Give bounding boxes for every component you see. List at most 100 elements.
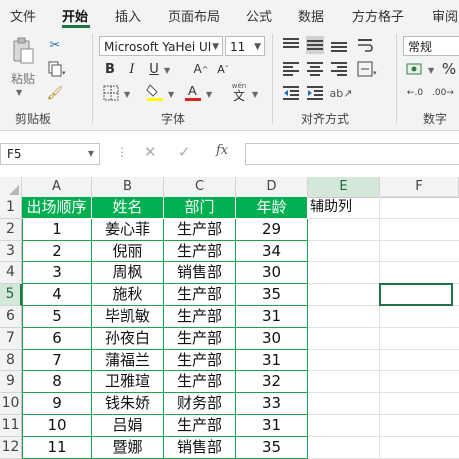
formula-input[interactable] xyxy=(245,143,459,165)
wrap-text-icon[interactable] xyxy=(356,36,374,54)
table-cell[interactable]: 3 xyxy=(22,262,92,285)
align-left-icon[interactable] xyxy=(282,60,300,78)
paste-icon[interactable] xyxy=(10,36,36,66)
table-cell[interactable]: 30 xyxy=(236,262,308,285)
align-right-icon[interactable] xyxy=(330,60,348,78)
paste-button[interactable]: 粘贴 xyxy=(11,70,35,87)
tab-review[interactable]: 审阅 xyxy=(432,6,458,25)
align-bottom-icon[interactable] xyxy=(330,36,348,54)
row-header[interactable]: 11 xyxy=(0,415,22,437)
row-header[interactable]: 7 xyxy=(0,327,22,350)
table-cell[interactable]: 32 xyxy=(236,371,308,394)
phonetic-icon[interactable]: wén 文 xyxy=(229,82,249,102)
table-cell[interactable]: 8 xyxy=(22,371,92,394)
row-header[interactable]: 4 xyxy=(0,262,22,285)
table-cell[interactable]: 卫雅瑄 xyxy=(92,371,164,394)
italic-icon[interactable]: I xyxy=(124,60,140,78)
row-header[interactable]: 5 xyxy=(0,284,22,306)
table-cell[interactable]: 生产部 xyxy=(164,240,236,263)
table-cell[interactable]: 暨娜 xyxy=(92,436,164,459)
column-header-e[interactable]: E xyxy=(308,177,380,197)
table-cell[interactable]: 2 xyxy=(22,240,92,263)
tab-fangfang[interactable]: 方方格子 xyxy=(352,6,404,25)
table-cell[interactable]: 生产部 xyxy=(164,218,236,241)
tab-file[interactable]: 文件 xyxy=(10,6,36,25)
table-cell[interactable]: 31 xyxy=(236,306,308,328)
table-cell[interactable]: 销售部 xyxy=(164,436,236,459)
cut-icon[interactable]: ✂ xyxy=(46,36,64,54)
row-header[interactable]: 1 xyxy=(0,197,22,219)
row-header[interactable]: 6 xyxy=(0,306,22,328)
table-cell[interactable]: 6 xyxy=(22,327,92,350)
row-header[interactable]: 12 xyxy=(0,436,22,459)
copy-icon[interactable]: ▾ xyxy=(46,60,68,78)
column-header-b[interactable]: B xyxy=(92,177,164,197)
number-format-combo[interactable]: 常规 xyxy=(403,36,459,56)
table-header-cell[interactable]: 姓名 xyxy=(92,197,164,219)
table-cell[interactable]: 34 xyxy=(236,240,308,263)
row-header[interactable]: 2 xyxy=(0,218,22,241)
table-cell[interactable]: 31 xyxy=(236,415,308,437)
helper-column-header[interactable]: 辅助列 xyxy=(310,197,378,219)
table-cell[interactable]: 生产部 xyxy=(164,284,236,306)
row-header[interactable]: 9 xyxy=(0,371,22,394)
tab-page-layout[interactable]: 页面布局 xyxy=(168,6,220,25)
table-cell[interactable]: 孙夜白 xyxy=(92,327,164,350)
table-cell[interactable]: 财务部 xyxy=(164,393,236,415)
table-cell[interactable]: 姜心菲 xyxy=(92,218,164,241)
decrease-decimal-icon[interactable]: .00→ xyxy=(432,84,454,102)
cancel-icon[interactable]: ✕ xyxy=(144,143,157,161)
tab-insert[interactable]: 插入 xyxy=(115,6,141,25)
table-cell[interactable]: 30 xyxy=(236,327,308,350)
table-cell[interactable]: 蒲福兰 xyxy=(92,349,164,372)
insert-function-icon[interactable]: fx xyxy=(216,143,228,158)
name-box[interactable]: F5 ▼ xyxy=(0,143,100,165)
fill-dropdown-icon[interactable]: ▼ xyxy=(168,90,174,99)
table-header-cell[interactable]: 出场顺序 xyxy=(22,197,92,219)
table-header-cell[interactable]: 部门 xyxy=(164,197,236,219)
table-cell[interactable]: 生产部 xyxy=(164,371,236,394)
row-header[interactable]: 10 xyxy=(0,393,22,415)
tab-data[interactable]: 数据 xyxy=(298,6,324,25)
table-cell[interactable]: 毕凯敏 xyxy=(92,306,164,328)
table-cell[interactable]: 1 xyxy=(22,218,92,241)
border-icon[interactable] xyxy=(102,84,120,102)
table-header-cell[interactable]: 年龄 xyxy=(236,197,308,219)
select-all-corner[interactable] xyxy=(0,177,22,197)
table-cell[interactable]: 11 xyxy=(22,436,92,459)
table-cell[interactable]: 35 xyxy=(236,284,308,306)
underline-icon[interactable]: U xyxy=(146,60,162,78)
table-cell[interactable]: 生产部 xyxy=(164,415,236,437)
font-color-icon[interactable]: A xyxy=(184,82,202,102)
increase-indent-icon[interactable] xyxy=(306,84,324,102)
column-header-a[interactable]: A xyxy=(22,177,92,197)
table-cell[interactable]: 倪丽 xyxy=(92,240,164,263)
bold-icon[interactable]: B xyxy=(102,60,118,78)
column-header-d[interactable]: D xyxy=(236,177,308,197)
table-cell[interactable]: 吕娟 xyxy=(92,415,164,437)
font-color-dropdown-icon[interactable]: ▼ xyxy=(206,90,212,99)
row-header[interactable]: 8 xyxy=(0,349,22,372)
table-cell[interactable]: 5 xyxy=(22,306,92,328)
table-cell[interactable]: 33 xyxy=(236,393,308,415)
accounting-dropdown-icon[interactable]: ▼ xyxy=(428,66,434,75)
underline-dropdown-icon[interactable]: ▼ xyxy=(164,66,170,75)
font-name-combo[interactable]: Microsoft YaHei UI ▼ xyxy=(99,36,223,56)
column-header-c[interactable]: C xyxy=(164,177,236,197)
table-cell[interactable]: 钱朱娇 xyxy=(92,393,164,415)
table-cell[interactable]: 9 xyxy=(22,393,92,415)
table-cell[interactable]: 29 xyxy=(236,218,308,241)
decrease-font-icon[interactable]: Aˇ xyxy=(214,60,232,78)
row-header[interactable]: 3 xyxy=(0,240,22,263)
tab-home[interactable]: 开始 xyxy=(62,6,88,25)
table-cell[interactable]: 31 xyxy=(236,349,308,372)
border-dropdown-icon[interactable]: ▼ xyxy=(124,90,130,99)
fill-color-icon[interactable] xyxy=(146,82,164,102)
decrease-indent-icon[interactable] xyxy=(282,84,300,102)
enter-icon[interactable]: ✓ xyxy=(178,143,191,161)
table-cell[interactable]: 生产部 xyxy=(164,306,236,328)
align-top-icon[interactable] xyxy=(282,36,300,54)
increase-decimal-icon[interactable]: ←.0 xyxy=(405,84,425,102)
table-cell[interactable]: 周枫 xyxy=(92,262,164,285)
font-size-combo[interactable]: 11 ▼ xyxy=(225,36,265,56)
